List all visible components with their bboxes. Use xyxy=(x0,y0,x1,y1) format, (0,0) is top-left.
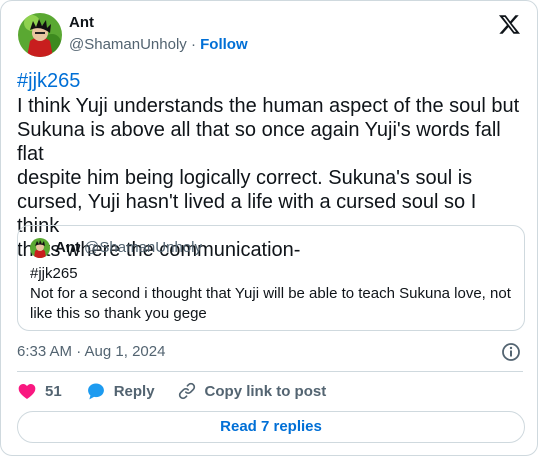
quoted-post-text: #jjk265 Not for a second i thought that … xyxy=(30,265,511,322)
quoted-author-avatar xyxy=(30,238,50,258)
quoted-author: Ant @ShamanUnholy xyxy=(55,239,202,256)
divider xyxy=(17,371,523,372)
author-name[interactable]: Ant xyxy=(69,14,94,31)
separator-dot: · xyxy=(190,36,196,53)
quoted-post[interactable]: Ant @ShamanUnholy #jjk265 Not for a seco… xyxy=(17,225,525,331)
author-handle[interactable]: @ShamanUnholy xyxy=(69,36,187,53)
quoted-author-name: Ant xyxy=(55,239,80,256)
follow-button[interactable]: Follow xyxy=(200,36,248,53)
copy-link-button[interactable]: Copy link to post xyxy=(177,381,327,401)
post-timestamp[interactable]: 6:33 AM · Aug 1, 2024 xyxy=(17,343,165,360)
heart-icon xyxy=(18,384,36,399)
read-replies-button[interactable]: Read 7 replies xyxy=(17,411,525,443)
speech-bubble-icon xyxy=(87,383,104,400)
x-logo-icon[interactable] xyxy=(498,13,521,36)
author-avatar[interactable] xyxy=(18,13,62,57)
like-count: 51 xyxy=(45,382,62,400)
link-icon xyxy=(178,382,195,400)
info-icon[interactable] xyxy=(501,342,521,362)
quoted-author-handle: @ShamanUnholy xyxy=(84,239,202,256)
like-button[interactable]: 51 xyxy=(17,381,62,401)
copy-link-label: Copy link to post xyxy=(204,382,327,400)
hashtag-link[interactable]: #jjk265 xyxy=(17,70,80,93)
reply-button[interactable]: Reply xyxy=(86,381,155,401)
author-meta: @ShamanUnholy · Follow xyxy=(69,36,248,53)
action-bar: 51 Reply Copy link to post xyxy=(17,381,326,401)
embedded-post: Ant @ShamanUnholy · Follow #jjk265 I thi… xyxy=(0,0,538,456)
reply-label: Reply xyxy=(113,382,155,400)
